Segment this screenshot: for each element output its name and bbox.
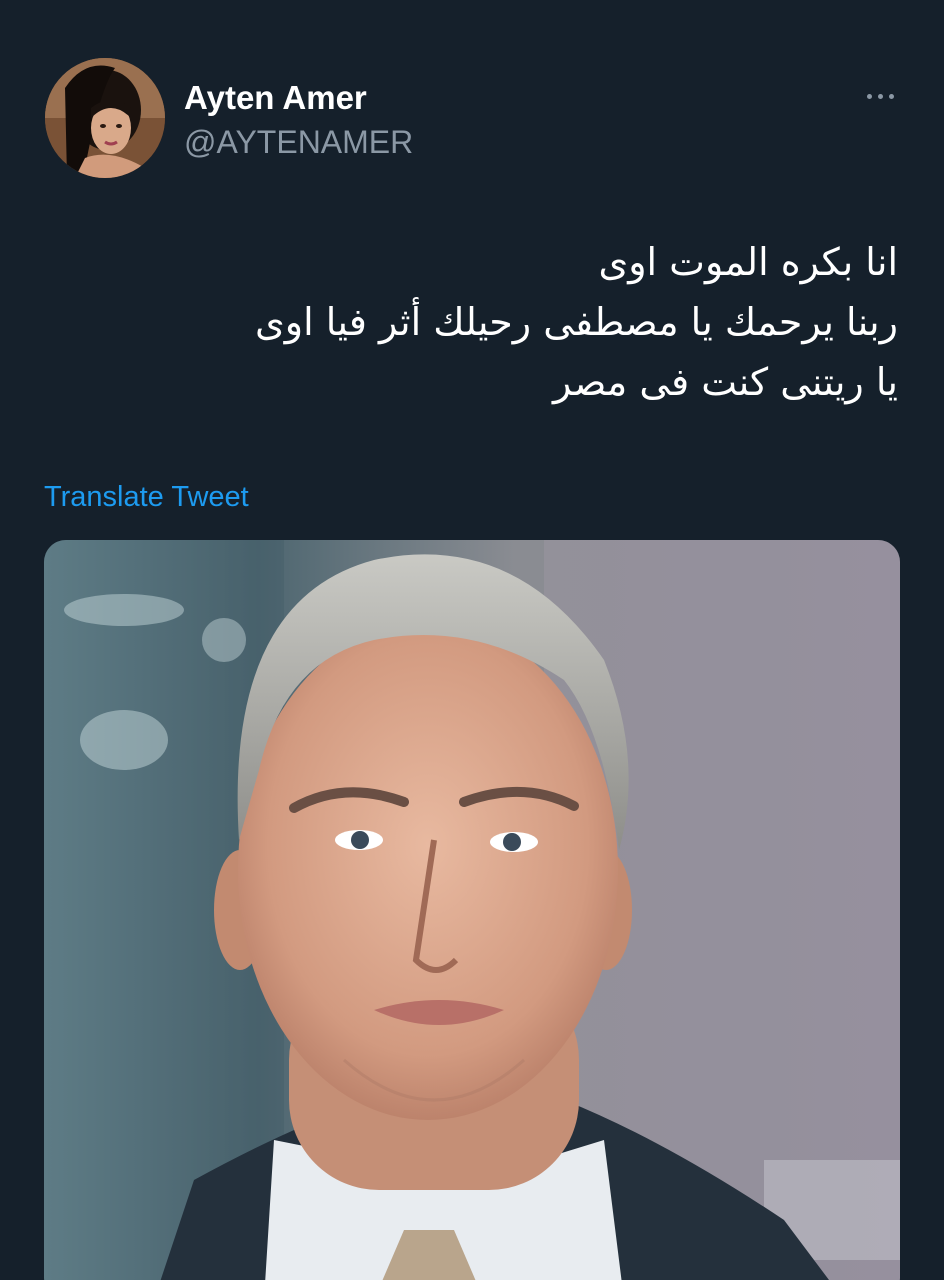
more-options-button[interactable] xyxy=(856,80,904,112)
more-options-icon-dot xyxy=(877,93,883,99)
author-avatar[interactable] xyxy=(45,58,165,178)
author-display-name[interactable]: Ayten Amer xyxy=(184,78,367,118)
tweet-text-line: ربنا يرحمك يا مصطفى رحيلك أثر فيا اوى xyxy=(255,300,898,344)
tweet-text-line: يا ريتنى كنت فى مصر xyxy=(553,360,898,404)
tweet-text: انا بكره الموت اوى ربنا يرحمك يا مصطفى ر… xyxy=(98,232,898,412)
portrait-photo xyxy=(44,540,900,1280)
more-options-icon-dot xyxy=(888,93,894,99)
tweet-text-line: انا بكره الموت اوى xyxy=(598,240,898,284)
tweet-card: Ayten Amer @AYTENAMER انا بكره الموت اوى… xyxy=(0,0,944,1280)
author-handle[interactable]: @AYTENAMER xyxy=(184,122,413,162)
avatar-image xyxy=(45,58,165,178)
more-options-icon xyxy=(866,93,872,99)
translate-tweet-link[interactable]: Translate Tweet xyxy=(44,478,249,516)
tweet-media-photo[interactable] xyxy=(44,540,900,1280)
